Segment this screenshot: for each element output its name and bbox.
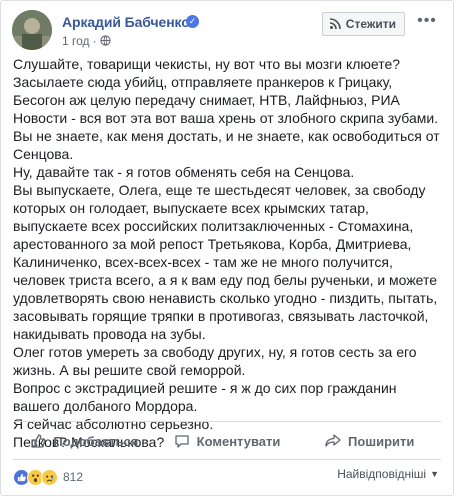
post-header: Аркадий Бабченко ✓ 1 год · Стежити ••• (12, 10, 443, 50)
rss-icon (329, 18, 341, 30)
more-options-button[interactable]: ••• (415, 12, 439, 36)
share-button[interactable]: Поширити (298, 428, 441, 454)
post-meta: 1 год · (62, 34, 111, 48)
like-button[interactable]: Подобається (13, 428, 156, 454)
follow-button-label: Стежити (345, 17, 396, 31)
author-name[interactable]: Аркадий Бабченко (62, 14, 190, 30)
share-icon (325, 434, 341, 447)
post-body: Слушайте, товарищи чекисты, ну вот что в… (13, 55, 445, 451)
post-timestamp[interactable]: 1 год (62, 34, 90, 48)
reaction-count[interactable]: 812 (63, 470, 83, 484)
post-card: Аркадий Бабченко ✓ 1 год · Стежити ••• Сл… (0, 0, 454, 496)
comment-button[interactable]: Коментувати (156, 428, 299, 454)
follow-button[interactable]: Стежити (321, 12, 405, 36)
sad-reaction-icon (41, 468, 58, 486)
caret-down-icon: ▼ (430, 469, 439, 479)
meta-separator: · (92, 34, 97, 48)
sort-label: Найвідповідніші (337, 467, 427, 481)
divider (13, 459, 441, 460)
reactions-summary[interactable]: 812 (13, 467, 83, 487)
post-paragraph: Слушайте, товарищи чекисты, ну вот что в… (13, 56, 440, 162)
post-paragraph: Ну, давайте так - я готов обменять себя … (13, 164, 438, 450)
divider (13, 421, 441, 422)
action-bar: Подобається Коментувати Поширити (13, 428, 441, 454)
verified-badge-icon: ✓ (186, 15, 199, 28)
comment-label: Коментувати (196, 433, 281, 449)
globe-icon[interactable] (99, 35, 111, 46)
comment-icon (174, 435, 189, 448)
share-label: Поширити (347, 433, 415, 449)
like-label: Подобається (53, 433, 139, 449)
comment-sort-dropdown[interactable]: Найвідповідніші ▼ (337, 467, 439, 481)
thumbs-up-icon (31, 434, 46, 448)
author-avatar[interactable] (12, 10, 52, 50)
